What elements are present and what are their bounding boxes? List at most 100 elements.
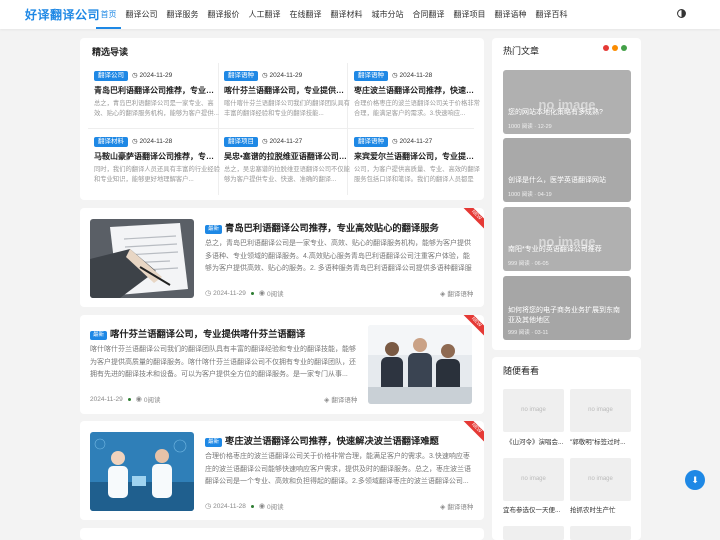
post-title[interactable]: 最新 喀什芬兰语翻译公司，专业提供喀什芬兰语翻译 bbox=[90, 326, 305, 340]
post-thumbnail-business-people[interactable] bbox=[368, 325, 472, 404]
clock-icon: ◷ bbox=[132, 72, 138, 79]
post-reads: 0阅读 bbox=[267, 291, 284, 298]
hot-article[interactable]: no image 您的网站本地化策略有多成熟? 1000 阅读 · 12-29 bbox=[503, 70, 631, 134]
nav-translation-service[interactable]: 翻译服务 bbox=[162, 0, 203, 29]
featured-item[interactable]: 翻译语种 ◷ 2024-11-27 来宾爱尔兰语翻译公司，专业提供爱尔兰语翻译 公… bbox=[354, 136, 480, 194]
nav-translation-wiki[interactable]: 翻译百科 bbox=[531, 0, 572, 29]
random-thumbnail[interactable] bbox=[503, 526, 564, 540]
random-title: 随便看看 bbox=[503, 366, 540, 376]
tag-icon: ◈ bbox=[440, 504, 446, 511]
post-thumbnail-contract[interactable] bbox=[90, 219, 194, 298]
hot-article-title[interactable]: 南阳*专业的英语翻译公司推荐 bbox=[508, 245, 626, 255]
nav-translation-materials[interactable]: 翻译材料 bbox=[326, 0, 367, 29]
post-summary: 喀什喀什芬兰语翻译公司我们的翻译团队具有丰富的翻译经验和专业的翻译技能，能够为客… bbox=[90, 346, 356, 379]
post-title[interactable]: 最新 枣庄波兰语翻译公司推荐，快速解决波兰语翻译难题 bbox=[205, 433, 439, 447]
post-category[interactable]: ◈ 翻译语种 bbox=[324, 394, 357, 404]
hot-article-meta: 1000 阅读 · 12-29 bbox=[508, 124, 552, 130]
category-tag[interactable]: 翻译项目 bbox=[224, 137, 258, 147]
random-thumbnail[interactable]: no image bbox=[503, 458, 564, 501]
featured-item[interactable]: 翻译项目 ◷ 2024-11-27 吴忠•塞谱的拉脱维亚语翻译公司推荐 总之，吴忠… bbox=[224, 136, 350, 194]
back-to-top-button[interactable]: ⬇ bbox=[685, 470, 705, 490]
featured-item[interactable]: 翻译语种 ◷ 2024-11-28 枣庄波兰语翻译公司推荐，快速解决波兰语翻译 合… bbox=[354, 70, 480, 128]
featured-item-title[interactable]: 来宾爱尔兰语翻译公司，专业提供爱尔兰语翻译 bbox=[354, 151, 480, 162]
random-thumbnail[interactable]: no image bbox=[570, 458, 631, 501]
dot-red-icon bbox=[603, 45, 609, 51]
new-badge: 最新 bbox=[90, 331, 108, 340]
nav-city-branches[interactable]: 城市分站 bbox=[367, 0, 408, 29]
featured-item-title[interactable]: 吴忠•塞谱的拉脱维亚语翻译公司推荐 bbox=[224, 151, 350, 162]
dot-green-icon bbox=[621, 45, 627, 51]
window-dots bbox=[603, 45, 627, 51]
hot-article-meta: 999 阅读 · 06-05 bbox=[508, 261, 549, 267]
nav-translation-quote[interactable]: 翻译报价 bbox=[203, 0, 244, 29]
nav-human-translation[interactable]: 人工翻译 bbox=[244, 0, 285, 29]
clock-icon: ◷ bbox=[392, 138, 398, 145]
featured-item-summary: 同时，我们的翻译人员还具有丰富的行业经验和专业知识，能够更好地理解客户... bbox=[94, 166, 220, 183]
featured-title: 精选导读 bbox=[92, 47, 129, 57]
hot-article-title[interactable]: 您的网站本地化策略有多成熟? bbox=[508, 108, 626, 118]
featured-date: ◷ 2024-11-29 bbox=[262, 72, 303, 79]
category-tag[interactable]: 翻译材料 bbox=[94, 137, 128, 147]
post-category[interactable]: ◈ 翻译语种 bbox=[440, 501, 473, 511]
tag-icon: ◈ bbox=[440, 291, 446, 298]
post-meta: ◷ 2024-11-29 ◉ 0阅读 bbox=[205, 288, 284, 299]
post-card[interactable] bbox=[80, 528, 484, 540]
category-tag[interactable]: 翻译语种 bbox=[354, 71, 388, 81]
eye-icon: ◉ bbox=[258, 290, 265, 297]
clock-icon: ◷ bbox=[205, 503, 212, 510]
post-reads: 0阅读 bbox=[267, 504, 284, 511]
clock-icon: ◷ bbox=[262, 138, 268, 145]
clock-icon: ◷ bbox=[262, 72, 268, 79]
featured-item-summary: 喀什喀什芬兰语翻译公司我们的翻译团队具有丰富的翻译经验和专业的翻译技能... bbox=[224, 100, 350, 117]
post-thumbnail-medical-lab[interactable] bbox=[90, 432, 194, 511]
nav-contract-translation[interactable]: 合同翻译 bbox=[408, 0, 449, 29]
clock-icon: ◷ bbox=[132, 138, 138, 145]
featured-item-title[interactable]: 喀什芬兰语翻译公司，专业提供喀什芬兰语翻译 bbox=[224, 85, 350, 96]
random-thumbnail[interactable] bbox=[570, 526, 631, 540]
featured-item-title[interactable]: 枣庄波兰语翻译公司推荐，快速解决波兰语翻译 bbox=[354, 85, 480, 96]
random-thumbnail[interactable]: no image bbox=[570, 389, 631, 432]
featured-date: ◷ 2024-11-28 bbox=[392, 72, 433, 79]
nav-translation-company[interactable]: 翻译公司 bbox=[121, 0, 162, 29]
nav-translation-projects[interactable]: 翻译项目 bbox=[449, 0, 490, 29]
hot-article[interactable]: 创译是什么，医学英语翻译网站 1000 阅读 · 04-19 bbox=[503, 138, 631, 202]
eye-icon: ◉ bbox=[135, 396, 142, 403]
random-caption[interactable]: 抢抓农时生产忙 bbox=[570, 504, 633, 514]
post-title[interactable]: 最新 青岛巴利语翻译公司推荐，专业高效贴心的翻译服务 bbox=[205, 220, 439, 234]
new-ribbon: NEW bbox=[462, 421, 484, 443]
hot-article-title[interactable]: 如何将您的电子商务业务扩展到东南亚及其他地区 bbox=[508, 306, 626, 326]
tag-icon: ◈ bbox=[324, 397, 330, 404]
hot-article-title[interactable]: 创译是什么，医学英语翻译网站 bbox=[508, 176, 626, 186]
random-thumbnail[interactable]: no image bbox=[503, 389, 564, 432]
random-caption[interactable]: "郭敬明"标签过时... bbox=[570, 436, 633, 446]
new-badge: 最新 bbox=[205, 438, 223, 447]
category-tag[interactable]: 翻译公司 bbox=[94, 71, 128, 81]
random-caption[interactable]: 宜布参选仅一天便... bbox=[503, 504, 566, 514]
theme-toggle-icon[interactable] bbox=[675, 8, 687, 20]
arrow-down-icon: ⬇ bbox=[691, 475, 699, 485]
featured-date: ◷ 2024-11-27 bbox=[262, 138, 303, 145]
featured-item[interactable]: 翻译公司 ◷ 2024-11-29 青岛巴利语翻译公司推荐，专业高效 总之，青岛巴… bbox=[94, 70, 220, 128]
featured-item[interactable]: 翻译语种 ◷ 2024-11-29 喀什芬兰语翻译公司，专业提供喀什芬兰语翻译 喀… bbox=[224, 70, 350, 128]
clock-icon: ◷ bbox=[392, 72, 398, 79]
nav-home[interactable]: 首页 bbox=[96, 0, 121, 29]
nav-translation-languages[interactable]: 翻译语种 bbox=[490, 0, 531, 29]
post-reads: 0阅读 bbox=[143, 397, 161, 404]
site-logo[interactable]: 好译翻译公司 bbox=[25, 6, 100, 23]
category-tag[interactable]: 翻译语种 bbox=[224, 71, 258, 81]
clock-icon: ◷ bbox=[205, 290, 212, 297]
post-date: 2024-11-28 bbox=[213, 502, 246, 510]
post-category[interactable]: ◈ 翻译语种 bbox=[440, 288, 473, 298]
post-meta: ◷ 2024-11-28 ◉ 0阅读 bbox=[205, 501, 284, 512]
category-tag[interactable]: 翻译语种 bbox=[354, 137, 388, 147]
featured-item-title[interactable]: 马鞍山豪萨语翻译公司推荐，专业可靠 bbox=[94, 151, 220, 162]
dot-orange-icon bbox=[612, 45, 618, 51]
eye-icon: ◉ bbox=[258, 503, 265, 510]
hot-article[interactable]: 如何将您的电子商务业务扩展到东南亚及其他地区 999 阅读 · 03-11 bbox=[503, 276, 631, 340]
hot-article[interactable]: no image 南阳*专业的英语翻译公司推荐 999 阅读 · 06-05 bbox=[503, 207, 631, 271]
random-caption[interactable]: 《山河令》演唱会... bbox=[506, 436, 569, 446]
nav-online-translation[interactable]: 在线翻译 bbox=[285, 0, 326, 29]
featured-item-summary: 总之，青岛巴利语翻译公司是一家专业、高效、贴心的翻译服务机构，能够为客户提供..… bbox=[94, 100, 219, 117]
featured-item[interactable]: 翻译材料 ◷ 2024-11-28 马鞍山豪萨语翻译公司推荐，专业可靠 同时，我们… bbox=[94, 136, 220, 194]
featured-item-title[interactable]: 青岛巴利语翻译公司推荐，专业高效 bbox=[94, 85, 220, 96]
